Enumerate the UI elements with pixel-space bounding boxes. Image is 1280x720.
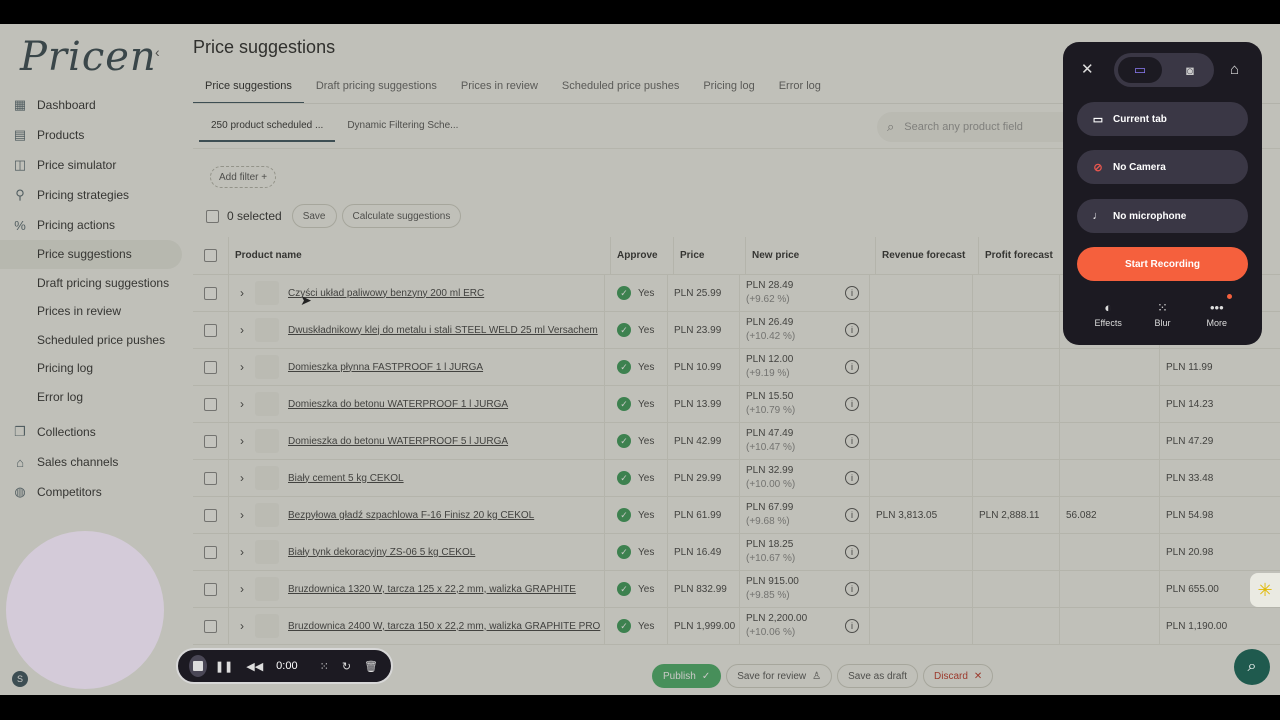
more-icon: ••• [1209, 300, 1224, 315]
microphone-select-button[interactable]: ♩ No microphone [1077, 199, 1248, 233]
stop-button[interactable] [189, 655, 207, 677]
mouse-cursor-icon: ➤ [300, 292, 312, 308]
grid-icon[interactable]: ⁙ [320, 660, 329, 673]
effects-label: Effects [1094, 318, 1122, 328]
restart-icon[interactable]: ↻ [342, 660, 351, 673]
recording-timer: 0:00 [276, 660, 298, 672]
rewind-icon[interactable]: ◀◀ [246, 660, 263, 673]
home-icon[interactable]: ⌂ [1230, 61, 1239, 78]
recorder-panel: ✕ ▭ ◙ ⌂ ▭ Current tab ⊘ No Camera ♩ No micr… [1063, 42, 1262, 345]
video-camera-icon[interactable]: ▭ [1118, 57, 1162, 83]
recorder-tools: ◐ Effects ⁙ Blur ••• More [1063, 294, 1262, 328]
notification-dot [1226, 294, 1232, 299]
trash-icon[interactable]: 🗑 [364, 660, 378, 673]
blur-icon: ⁙ [1157, 300, 1168, 315]
no-camera-label: No Camera [1113, 161, 1166, 173]
effects-button[interactable]: ◐ Effects [1083, 300, 1133, 328]
camera-icon[interactable]: ◙ [1170, 57, 1210, 83]
webcam-bubble[interactable] [6, 531, 164, 689]
sparkle-widget-icon[interactable]: ✳ [1250, 573, 1280, 607]
start-recording-button[interactable]: Start Recording [1077, 247, 1248, 281]
camera-off-icon: ⊘ [1093, 161, 1103, 174]
stop-icon [192, 661, 203, 671]
palette-icon: ◐ [1104, 300, 1113, 315]
no-microphone-label: No microphone [1113, 210, 1187, 222]
camera-select-button[interactable]: ⊘ No Camera [1077, 150, 1248, 184]
more-button[interactable]: ••• More [1192, 294, 1242, 328]
microphone-icon: ♩ [1092, 210, 1104, 222]
pause-icon[interactable]: ❚❚ [215, 660, 233, 673]
more-label: More [1206, 318, 1228, 328]
capture-mode-toggle: ▭ ◙ [1114, 53, 1214, 87]
source-current-tab-button[interactable]: ▭ Current tab [1077, 102, 1248, 136]
recording-control-bar: ❚❚ ◀◀ 0:00 ⁙ ↻ 🗑 [176, 648, 393, 684]
monitor-icon: ▭ [1092, 113, 1104, 126]
current-tab-label: Current tab [1113, 113, 1167, 125]
blur-button[interactable]: ⁙ Blur [1137, 300, 1187, 328]
search-fab-icon[interactable]: ⌕ [1234, 649, 1270, 685]
close-icon[interactable]: ✕ [1081, 60, 1094, 78]
blur-label: Blur [1154, 318, 1171, 328]
